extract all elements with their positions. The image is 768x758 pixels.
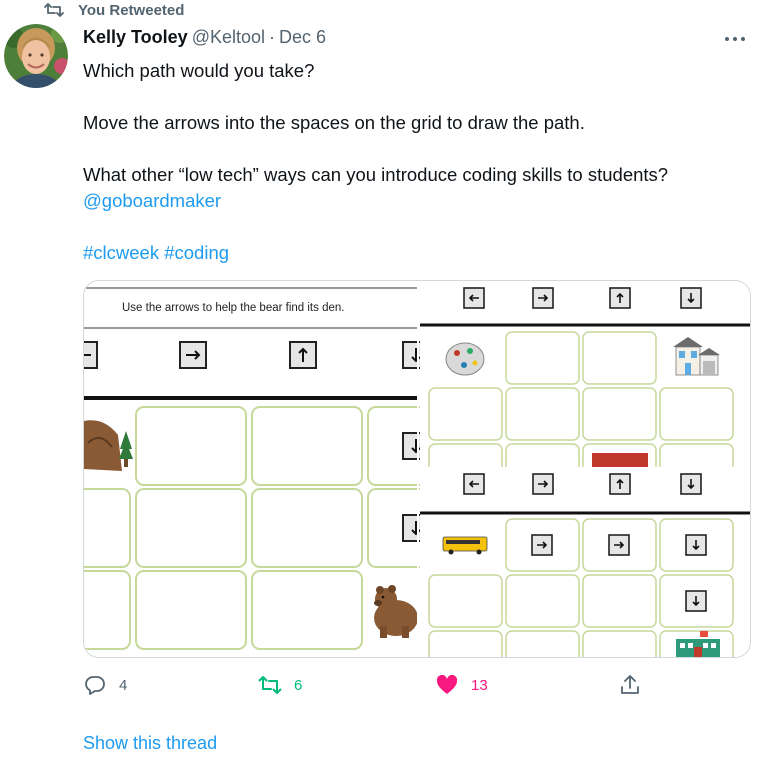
date-separator: ·: [269, 27, 276, 47]
tweet-line-2: Move the arrows into the spaces on the g…: [83, 112, 585, 133]
show-thread-link[interactable]: Show this thread: [83, 733, 217, 754]
retweet-icon: [44, 2, 64, 18]
bear-panel: Use the arrows to help the bear find its…: [84, 281, 430, 657]
media-instruction: Use the arrows to help the bear find its…: [122, 302, 344, 314]
retweet-header: You Retweeted: [44, 0, 184, 20]
reply-button[interactable]: 4: [83, 670, 127, 700]
tweet-header: Kelly Tooley @Keltool · Dec 6: [83, 27, 326, 48]
tweet-media[interactable]: Use the arrows to help the bear find its…: [83, 280, 751, 658]
more-options-icon[interactable]: [722, 28, 748, 50]
robot-panel: [420, 281, 750, 475]
hashtag-coding[interactable]: #coding: [164, 242, 229, 263]
retweet-count: 6: [294, 676, 303, 694]
bus-panel: [420, 467, 750, 657]
share-button[interactable]: [618, 670, 642, 700]
avatar[interactable]: [4, 24, 68, 88]
like-button[interactable]: 13: [435, 670, 488, 700]
hashtag-clcweek[interactable]: #clcweek: [83, 242, 159, 263]
tweet-text: Which path would you take? Move the arro…: [83, 58, 743, 266]
mention-link[interactable]: @goboardmaker: [83, 190, 221, 211]
reply-count: 4: [119, 676, 128, 694]
retweet-icon: [258, 673, 282, 697]
retweet-button[interactable]: 6: [258, 670, 302, 700]
author-handle[interactable]: @Keltool: [192, 27, 265, 48]
robot-picture: [445, 342, 485, 376]
heart-icon: [435, 673, 459, 697]
tweet-line-3: What other “low tech” ways can you intro…: [83, 164, 669, 185]
tweet-line-1: Which path would you take?: [83, 60, 315, 81]
tweet-actions: 4 6 13: [83, 670, 663, 700]
share-icon: [618, 673, 642, 697]
retweet-label: You Retweeted: [78, 1, 185, 19]
like-count: 13: [471, 676, 488, 694]
reply-icon: [83, 673, 107, 697]
tweet-date[interactable]: Dec 6: [279, 27, 326, 48]
author-name[interactable]: Kelly Tooley: [83, 27, 188, 48]
